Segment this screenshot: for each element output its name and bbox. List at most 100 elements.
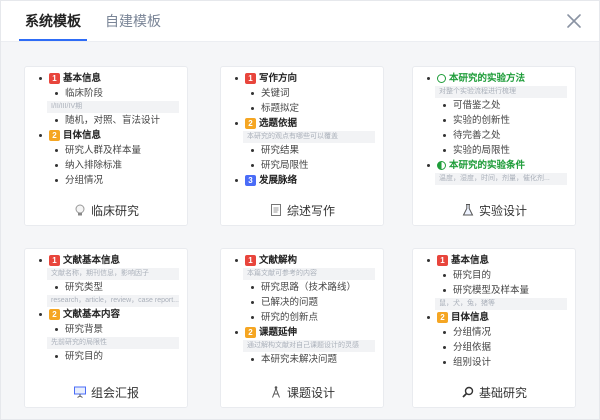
outline-heading-text: 课题延伸 (259, 327, 298, 338)
bullet-icon (251, 91, 254, 95)
outline-item-text: 分组情况 (453, 327, 492, 338)
close-icon[interactable] (565, 12, 583, 30)
template-preview: 1 文献解构 本篇文献可参考的内容 研究思路（技术路线） 已解决的问题 研究的创新点 2 课题… (221, 249, 383, 377)
document-icon (269, 203, 283, 217)
outline-item: 实验的创新性 (413, 113, 575, 128)
outline-item-text: 已解决的问题 (261, 297, 319, 308)
outline-item: 研究的创新点 (221, 310, 383, 325)
bullet-icon (55, 327, 58, 331)
outline-item: 研究结果 (221, 143, 383, 158)
half-circle-icon (437, 160, 446, 170)
outline-heading-text: 目体信息 (63, 130, 102, 141)
outline-item-text: 纳入排除标准 (65, 160, 123, 171)
template-card-footer: 临床研究 (25, 195, 187, 225)
outline-heading-text: 写作方向 (259, 73, 298, 84)
template-card[interactable]: 本研究的实验方法 对整个实验流程进行梳理 可借鉴之处 实验的创新性 待完善之处 实验的局限… (412, 66, 576, 226)
template-title: 基础研究 (478, 385, 527, 400)
template-preview: 1 基本信息 临床阶段 I/II/III/IV期 随机，对照、盲法设计 2 目体信息 研究人群… (25, 67, 187, 195)
bullet-icon (39, 76, 42, 80)
template-card[interactable]: 1 文献解构 本篇文献可参考的内容 研究思路（技术路线） 已解决的问题 研究的创新点 2 课题… (220, 248, 384, 408)
outline-heading-text: 文献解构 (259, 255, 298, 266)
clock-icon (437, 73, 446, 83)
bullet-icon (39, 133, 42, 137)
bullet-icon (251, 315, 254, 319)
outline-note: 温度，湿度，时间，剂量，催化剂... (435, 173, 567, 185)
outline-item-text: 关键词 (261, 88, 290, 99)
outline-item: 随机，对照、盲法设计 (25, 113, 187, 128)
template-card-footer: 实验设计 (413, 195, 575, 225)
tab-custom-templates[interactable]: 自建模板 (99, 1, 167, 41)
outline-item-text: 研究目的 (65, 351, 104, 362)
outline-item: 分组情况 (25, 173, 187, 188)
outline-item: 分组情况 (413, 325, 575, 340)
outline-item: 已解决的问题 (221, 295, 383, 310)
outline-item: 纳入排除标准 (25, 158, 187, 173)
outline-item: 临床阶段 (25, 86, 187, 101)
outline-item-text: 待完善之处 (453, 130, 501, 141)
outline-note: 文献名称，期刊信息，影响因子 (47, 268, 179, 280)
outline-item: 研究模型及样本量 (413, 283, 575, 298)
bullet-icon (443, 360, 446, 364)
bullet-icon (235, 76, 238, 80)
outline-heading-text: 目体信息 (451, 312, 490, 323)
number-badge: 1 (245, 72, 256, 84)
dialog-header: 系统模板 自建模板 (1, 1, 599, 42)
number-badge: 1 (437, 254, 448, 266)
template-dialog: 系统模板 自建模板 1 基本信息 临床阶段 I/II/III/IV期 随机，对照、盲法设… (0, 0, 600, 420)
template-card[interactable]: 1 文献基本信息 文献名称，期刊信息，影响因子 研究类型 research，articl… (24, 248, 188, 408)
outline-item: 研究目的 (25, 349, 187, 364)
number-badge: 3 (245, 174, 256, 186)
template-card[interactable]: 1 基本信息 研究目的 研究模型及样本量 鼠，犬，兔，猪等 2 目体信息 分组情况 分组依据 组别… (412, 248, 576, 408)
outline-heading: 1 文献解构 (221, 253, 383, 268)
outline-heading: 2 文献基本内容 (25, 307, 187, 322)
outline-item: 研究思路（技术路线） (221, 280, 383, 295)
outline-heading-text: 本研究的实验条件 (449, 160, 526, 171)
outline-note: I/II/III/IV期 (47, 101, 179, 113)
bullet-icon (251, 300, 254, 304)
template-preview: 1 基本信息 研究目的 研究模型及样本量 鼠，犬，兔，猪等 2 目体信息 分组情况 分组依据 组别… (413, 249, 575, 377)
outline-item-text: 分组依据 (453, 342, 492, 353)
bullet-icon (39, 258, 42, 262)
outline-heading: 1 写作方向 (221, 71, 383, 86)
outline-note: 本研究的观点有哪些可以覆盖 (243, 131, 375, 143)
template-card[interactable]: 1 基本信息 临床阶段 I/II/III/IV期 随机，对照、盲法设计 2 目体信息 研究人群… (24, 66, 188, 226)
tab-system-templates[interactable]: 系统模板 (19, 1, 87, 41)
number-badge: 1 (49, 72, 60, 84)
outline-heading: 2 目体信息 (25, 128, 187, 143)
outline-item: 研究类型 (25, 280, 187, 295)
outline-heading-text: 基本信息 (451, 255, 490, 266)
template-title: 临床研究 (90, 203, 139, 218)
outline-item: 待完善之处 (413, 128, 575, 143)
number-badge: 2 (49, 129, 60, 141)
outline-item-text: 实验的创新性 (453, 115, 511, 126)
bullet-icon (235, 178, 238, 182)
outline-heading: 1 基本信息 (413, 253, 575, 268)
bullet-icon (443, 288, 446, 292)
bullet-icon (427, 315, 430, 319)
outline-note: 通过解构文献对自己课题设计的灵感 (243, 340, 375, 352)
outline-item: 分组依据 (413, 340, 575, 355)
template-card-footer: 组会汇报 (25, 377, 187, 407)
bullet-icon (55, 354, 58, 358)
outline-heading-text: 文献基本内容 (63, 309, 121, 320)
bullet-icon (443, 133, 446, 137)
template-title: 课题设计 (286, 385, 335, 400)
bullet-icon (443, 103, 446, 107)
bullet-icon (251, 357, 254, 361)
bullet-icon (443, 148, 446, 152)
outline-heading-text: 文献基本信息 (63, 255, 121, 266)
outline-heading: 本研究的实验条件 (413, 158, 575, 173)
outline-item-text: 研究目的 (453, 270, 492, 281)
outline-item-text: 研究局限性 (261, 160, 309, 171)
outline-heading: 1 文献基本信息 (25, 253, 187, 268)
outline-item-text: 随机，对照、盲法设计 (65, 115, 161, 126)
bullet-icon (235, 121, 238, 125)
outline-heading-text: 发展脉络 (259, 175, 298, 186)
outline-heading: 2 课题延伸 (221, 325, 383, 340)
bullet-icon (251, 148, 254, 152)
bullet-icon (55, 163, 58, 167)
number-badge: 2 (437, 311, 448, 323)
number-badge: 1 (49, 254, 60, 266)
template-card[interactable]: 1 写作方向 关键词 标题拟定 2 选题依据 本研究的观点有哪些可以覆盖 研究结果 研究局限性 3… (220, 66, 384, 226)
outline-note: 先前研究的局限性 (47, 337, 179, 349)
